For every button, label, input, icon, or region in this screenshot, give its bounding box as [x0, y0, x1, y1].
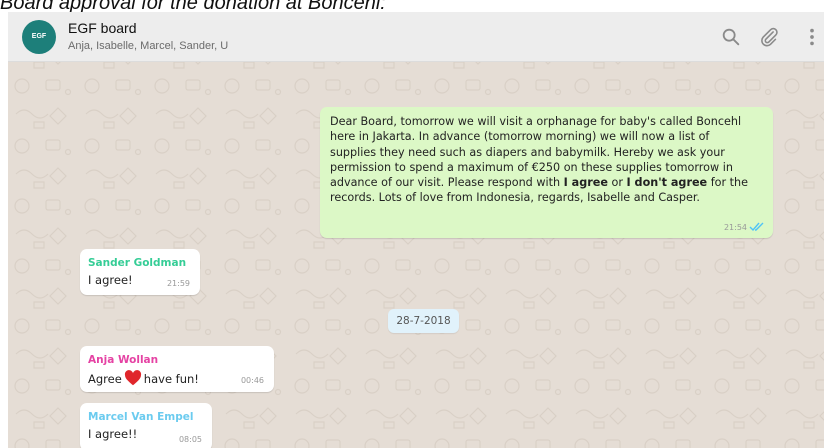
- message-time: 21:54: [723, 223, 747, 232]
- date-separator: 28-7-2018: [388, 309, 459, 333]
- chat-header: EGF EGF board Anja, Isabelle, Marcel, Sa…: [8, 12, 824, 62]
- message-text-part: have fun!: [143, 372, 199, 386]
- agree-keyword: I agree: [563, 176, 608, 190]
- sender-name[interactable]: Sander Goldman: [88, 257, 192, 269]
- attach-icon[interactable]: [758, 26, 780, 48]
- message-text: Agree have fun!: [88, 370, 266, 386]
- message-text: Dear Board, tomorrow we will visit a orp…: [330, 114, 763, 206]
- sender-name[interactable]: Marcel Van Empel: [88, 411, 204, 423]
- chat-window: EGF EGF board Anja, Isabelle, Marcel, Sa…: [8, 12, 824, 448]
- message-line: here in Jakarta. In advance (tomorrow mo…: [330, 130, 710, 144]
- chat-members: Anja, Isabelle, Marcel, Sander, U: [68, 40, 229, 52]
- message-line: permission to spend a maximum of €250 on…: [330, 160, 733, 174]
- more-vertical-icon[interactable]: [801, 26, 823, 48]
- message-time: 21:59: [166, 279, 190, 288]
- message-text-part: Agree: [88, 372, 122, 386]
- sender-name[interactable]: Anja Wollan: [88, 354, 266, 366]
- heart-icon: [124, 370, 141, 386]
- incoming-message[interactable]: Marcel Van Empel I agree!! 08:05: [80, 403, 212, 448]
- message-line: Dear Board, tomorrow we will visit a orp…: [330, 115, 742, 128]
- chat-title[interactable]: EGF board: [68, 20, 136, 36]
- message-line: supplies they need such as diapers and b…: [330, 145, 725, 159]
- message-time: 08:05: [178, 435, 202, 444]
- incoming-message[interactable]: Anja Wollan Agree have fun! 00:46: [80, 346, 274, 392]
- group-avatar[interactable]: EGF: [22, 20, 56, 54]
- message-line: advance of our visit. Please respond wit…: [330, 176, 748, 190]
- disagree-keyword: I don't agree: [626, 176, 708, 190]
- search-icon[interactable]: [720, 26, 742, 48]
- outgoing-message[interactable]: Dear Board, tomorrow we will visit a orp…: [320, 107, 773, 238]
- message-line: records. Lots of love from Indonesia, re…: [330, 191, 700, 205]
- incoming-message[interactable]: Sander Goldman I agree! 21:59: [80, 249, 200, 295]
- double-check-icon: [749, 222, 764, 232]
- message-time: 00:46: [240, 376, 264, 385]
